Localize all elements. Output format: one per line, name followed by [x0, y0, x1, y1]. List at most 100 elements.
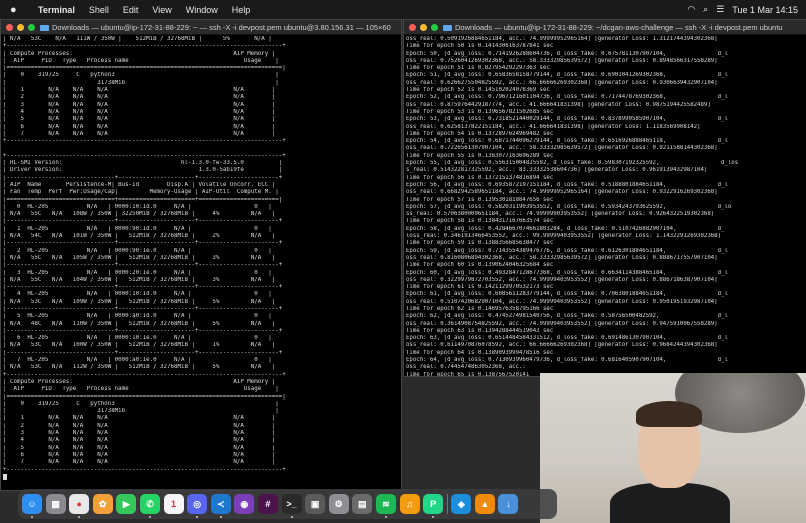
- person-body: [610, 483, 730, 523]
- discord-icon[interactable]: ◎: [187, 494, 208, 518]
- terminal-line: | N/A 53C N/A 111W / 350W | 512MiB / 327…: [3, 36, 272, 42]
- facetime-icon[interactable]: ▶: [116, 494, 137, 514]
- terminal-line: | 5 N/A N/A N/A N/A |: [3, 444, 276, 451]
- window-titlebar[interactable]: Downloads — ubuntu@ip-172-31-88-229: ~ —…: [1, 20, 401, 35]
- terminal-line: Epoch: 64, [d_avg_loss: 0.71309399604797…: [406, 357, 728, 364]
- slack-icon[interactable]: #: [257, 494, 278, 514]
- github-desktop-icon[interactable]: ◉: [234, 494, 255, 514]
- clock[interactable]: Tue 1 Mar 14:15: [732, 5, 798, 15]
- terminal-icon[interactable]: >_: [281, 494, 302, 518]
- menu-help[interactable]: Help: [232, 5, 251, 15]
- terminal-line: +---------------------------------------…: [3, 43, 286, 50]
- terminal-line: Time for epoch 63 is 0.1394288444519043 …: [406, 327, 554, 334]
- terminal-line: | 4 N/A N/A N/A N/A |: [3, 437, 276, 444]
- terminal-line: | HL-SMI Version: hl-1.3.0-fw-33.5.0 |: [3, 160, 283, 167]
- menu-view[interactable]: View: [152, 5, 171, 15]
- terminal-line: Time for epoch 64 is 0.1389093999478516 …: [406, 349, 554, 356]
- search-icon[interactable]: ⌕: [703, 4, 708, 15]
- whatsapp-icon[interactable]: ✆: [139, 494, 160, 518]
- person-hair: [636, 401, 702, 427]
- terminal-line: oss_real: 0.7526041269302368, acc.: 58.3…: [406, 57, 718, 64]
- terminal-line: Epoch: 62, [d_avg_loss: 0.47452749815407…: [406, 313, 728, 320]
- menu-edit[interactable]: Edit: [123, 5, 139, 15]
- zoom-button[interactable]: [431, 23, 438, 31]
- menu-app-name[interactable]: Terminal: [38, 5, 75, 15]
- vscode-icon[interactable]: ≺: [210, 494, 231, 518]
- calculator-icon[interactable]: ▤: [352, 494, 373, 514]
- terminal-line: | 2 HL-205 N/A | 0000:90:1e.0 N/A | 0 |: [3, 247, 272, 254]
- terminal-line: oss_real: 0.6258137822151184, acc.: 41.6…: [406, 123, 701, 130]
- terminal-line: oss_real: 0.7445474863052368, acc.:: [406, 364, 526, 371]
- calendar-icon[interactable]: 1: [163, 494, 184, 514]
- terminal-output[interactable]: oss_real: 0.5091926884651184, acc.: 74.9…: [404, 35, 806, 376]
- terminal-line: Time for epoch 56 is 0.1372151374816894 …: [406, 174, 554, 181]
- app-icon[interactable]: ▣: [305, 494, 326, 514]
- terminal-line: Epoch: 50, [d_avg_loss: 0.71419262886047…: [406, 50, 728, 57]
- vlc-icon[interactable]: ▲: [474, 494, 495, 514]
- safari-icon[interactable]: ◈: [451, 494, 472, 514]
- terminal-line: | N/A 53C N/A 112W / 350W | 512MiB / 327…: [3, 364, 276, 371]
- terminal-line: Epoch: 61, [d_avg_loss: 0.60856112837791…: [406, 291, 728, 298]
- terminal-window-left[interactable]: Downloads — ubuntu@ip-172-31-88-229: ~ —…: [0, 19, 402, 491]
- terminal-line: Time for epoch 59 is 0.1388356685638477 …: [406, 240, 554, 247]
- window-titlebar[interactable]: Downloads — ubuntu@ip-172-31-88-229: ~/d…: [404, 20, 806, 35]
- control-center-icon[interactable]: ☰: [716, 4, 724, 15]
- status-area: ◠ ⌕ ☰ Tue 1 Mar 14:15: [687, 0, 798, 19]
- terminal-line: | N/A 54C N/A 101W / 350W | 512MiB / 327…: [3, 233, 276, 240]
- text-cursor: [3, 473, 7, 480]
- terminal-line: |===============================+=======…: [3, 196, 283, 203]
- terminal-line: | 0 319725 C python3 |: [3, 400, 279, 407]
- terminal-line: | 31738Mib |: [3, 408, 279, 415]
- spotify-icon[interactable]: ≋: [375, 494, 396, 518]
- terminal-line: | AIP Name Persistence-M| Bus-Id Disp.A …: [3, 181, 276, 188]
- terminal-line: Time for epoch 58 is 0.1384317167663574 …: [406, 218, 554, 225]
- terminal-line: Epoch: 63, [d_avg_loss: 0.65144845843315…: [406, 335, 728, 342]
- terminal-line: | 1 N/A N/A N/A N/A |: [3, 87, 276, 94]
- terminal-line: |=======================================…: [3, 65, 286, 72]
- terminal-line: | 3 N/A N/A N/A N/A |: [3, 430, 276, 437]
- terminal-line: loss_real: 0.3461913466453552, acc.: 99.…: [406, 233, 722, 240]
- window-controls: [6, 23, 40, 31]
- zoom-button[interactable]: [28, 23, 35, 31]
- minimize-button[interactable]: [17, 23, 24, 31]
- terminal-line: | 4 N/A N/A N/A N/A |: [3, 108, 276, 115]
- close-button[interactable]: [409, 23, 416, 31]
- terminal-line: Time for epoch 51 is 0.827954292297363 s…: [406, 65, 550, 72]
- terminal-prompt[interactable]: [3, 473, 399, 481]
- close-button[interactable]: [6, 23, 13, 31]
- terminal-line: oss_real: 0.7226561307907104, acc.: 58.3…: [406, 145, 718, 152]
- terminal-line: | 7 HL-205 N/A | 0000:a0:1e.0 N/A | 0 |: [3, 357, 272, 364]
- minimize-button[interactable]: [420, 23, 427, 31]
- downloads-icon[interactable]: ↓: [498, 494, 519, 514]
- terminal-line: | 0 319725 C python3 |: [3, 72, 279, 79]
- terminal-line: |-------------------------------+-------…: [3, 240, 283, 247]
- running-indicator: [219, 516, 222, 518]
- terminal-line: oss_real: 0.3614908754825592, acc.: 74.9…: [406, 320, 718, 327]
- menu-window[interactable]: Window: [186, 5, 218, 15]
- terminal-window-right[interactable]: Downloads — ubuntu@ip-172-31-88-229: ~/d…: [403, 19, 806, 377]
- terminal-line: | 1 N/A N/A N/A N/A |: [3, 415, 276, 422]
- apple-icon[interactable]: ●: [10, 4, 24, 16]
- terminal-line: | 5 HL-205 N/A | 0000:a0:1d.0 N/A | 0 |: [3, 313, 272, 320]
- terminal-line: Epoch: 60, [d_avg_loss: 0.49328471286773…: [406, 269, 728, 276]
- launchpad-icon[interactable]: ▦: [45, 494, 66, 514]
- terminal-line: Epoch: 58, [d_avg_loss: 0.42846670746618…: [406, 225, 725, 232]
- terminal-line: | N/A 55C N/A 104W / 350W | 512MiB / 327…: [3, 276, 276, 283]
- terminal-line: Epoch: 54, [d_avg_loss: 0.68717440962791…: [406, 138, 728, 145]
- chrome-icon[interactable]: ●: [69, 494, 90, 518]
- garageband-icon[interactable]: ♫: [399, 494, 420, 514]
- terminal-line: +---------------------------------------…: [3, 138, 286, 145]
- settings-icon[interactable]: ⚙: [328, 494, 349, 514]
- terminal-line: | 5 N/A N/A N/A N/A |: [3, 116, 276, 123]
- terminal-output[interactable]: | N/A 53C N/A 111W / 350W | 512MiB / 327…: [1, 35, 401, 482]
- finder-icon[interactable]: ☺: [22, 494, 42, 518]
- pycharm-icon[interactable]: P: [423, 494, 444, 518]
- running-indicator: [196, 516, 199, 518]
- menu-shell[interactable]: Shell: [89, 5, 109, 15]
- photos-icon[interactable]: ✿: [92, 494, 113, 514]
- wifi-icon[interactable]: ◠: [687, 4, 695, 15]
- terminal-line: | N/A 55C N/A 105W / 350W | 512MiB / 327…: [3, 254, 276, 261]
- terminal-line: | 2 N/A N/A N/A N/A |: [3, 94, 276, 101]
- terminal-line: | 6 N/A N/A N/A N/A |: [3, 451, 276, 458]
- terminal-line: | Fan Temp Perf Pwr:Usage/Cap| Memory-Us…: [3, 189, 279, 196]
